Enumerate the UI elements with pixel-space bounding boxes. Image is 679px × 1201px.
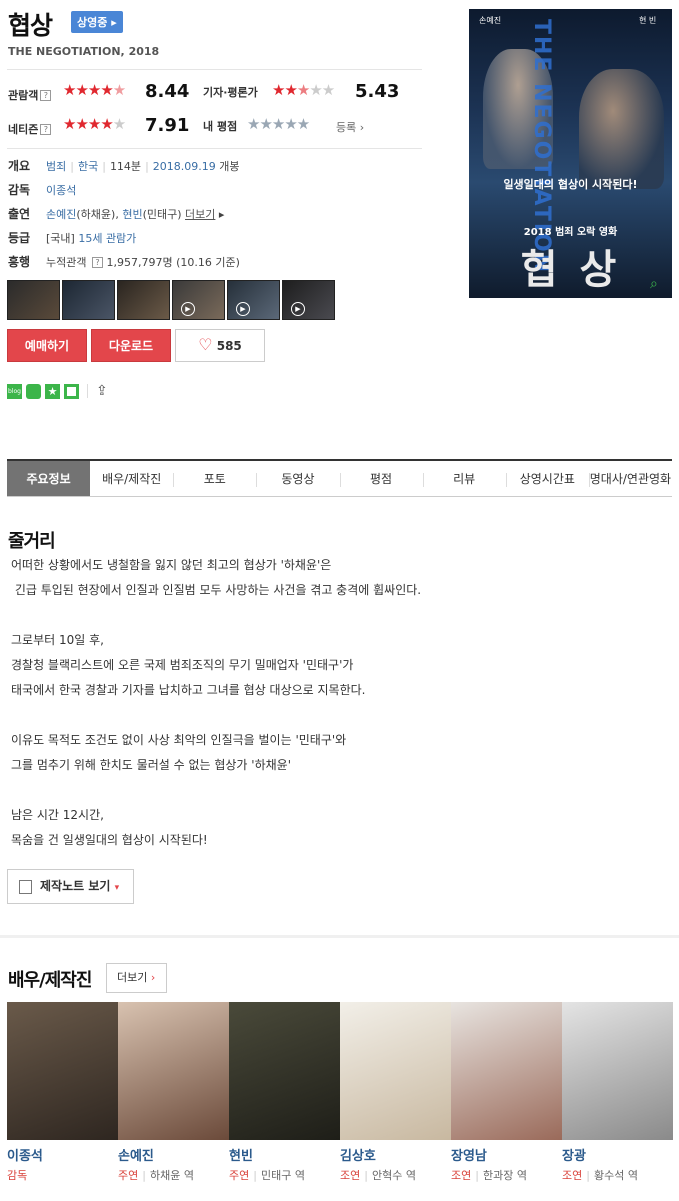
synopsis-title: 줄거리 [8, 531, 56, 552]
play-icon: ▶ [236, 302, 250, 316]
cast-card[interactable]: 현빈 주연 | 민태구 역 [229, 1002, 340, 1183]
my-rating-label: 내 평점 [203, 120, 238, 133]
register-rating-link[interactable]: 등록 › [336, 119, 364, 135]
production-note-button[interactable]: 제작노트 보기 ▾ [7, 869, 134, 904]
director-label: 감독 [8, 183, 31, 197]
critic-score: 5.43 [355, 81, 400, 102]
cast-link-1[interactable]: 손예진 [46, 208, 76, 221]
cast-link-2[interactable]: 현빈 [122, 208, 142, 221]
movie-title: 협상 [8, 11, 53, 40]
overview-values: 범죄 | 한국 | 114분 | 2018.09.19 개봉 [46, 160, 240, 173]
director-link[interactable]: 이종석 [46, 182, 76, 198]
still-thumb[interactable] [62, 280, 115, 320]
audience-stars: ★★★★★ [63, 81, 126, 99]
more-cast-link[interactable]: 더보기 [185, 208, 215, 221]
critic-label: 기자·평론가 [203, 86, 258, 99]
tab-reviews[interactable]: 리뷰 [422, 461, 506, 496]
cast-card[interactable]: 장영남 조연 | 한과장 역 [451, 1002, 562, 1183]
play-icon: ▶ [181, 302, 195, 316]
my-rating-stars[interactable]: ★★★★★ [247, 115, 310, 133]
country-link[interactable]: 한국 [78, 160, 98, 173]
status-badge[interactable]: 상영중 ▸ [71, 11, 123, 33]
still-thumb[interactable] [7, 280, 60, 320]
square-share-icon[interactable] [64, 383, 79, 399]
download-button[interactable]: 다운로드 [91, 329, 171, 362]
play-icon: ▶ [291, 302, 305, 316]
box-office-label: 흥행 [8, 255, 31, 269]
like-button[interactable]: ♡ 585 [175, 329, 265, 362]
person-photo[interactable] [451, 1002, 562, 1140]
tab-video[interactable]: 동영상 [256, 461, 339, 496]
person-photo[interactable] [229, 1002, 340, 1140]
person-name[interactable]: 이종석 [7, 1145, 118, 1164]
video-thumb[interactable]: ▶ [282, 280, 335, 320]
heart-icon: ♡ [198, 335, 213, 354]
netizen-score: 7.91 [145, 115, 190, 136]
document-icon [19, 880, 32, 894]
tab-ratings[interactable]: 평점 [339, 461, 423, 496]
critic-stars: ★★★★★ [272, 81, 335, 99]
tab-main-info[interactable]: 주요정보 [7, 461, 91, 496]
movie-poster[interactable]: 손예진 현 빈 THE NEGOTIATION 일생일대의 협상이 시작된다! … [469, 9, 672, 298]
grade-value: [국내] 15세 관람가 [46, 232, 137, 245]
person-photo[interactable] [118, 1002, 229, 1140]
person-name[interactable]: 손예진 [118, 1145, 229, 1164]
zoom-icon[interactable]: ⌕ [650, 276, 658, 292]
blog-share-icon[interactable]: blog [7, 383, 22, 399]
box-office-value: 누적관객 ? 1,957,797명 (10.16 기준) [46, 256, 240, 269]
cast-section-title: 배우/제작진 [8, 970, 92, 991]
cast-values: 손예진(하채윤), 현빈(민태구) 더보기 ▸ [46, 208, 225, 221]
cast-card[interactable]: 장광 조연 | 황수석 역 [562, 1002, 673, 1183]
cast-card[interactable]: 손예진 주연 | 하채윤 역 [118, 1002, 229, 1183]
share-icon[interactable]: ⇪ [96, 383, 108, 399]
tab-bar: 주요정보 배우/제작진 포토 동영상 평점 리뷰 상영시간표 명대사/연관영화 [7, 459, 672, 497]
still-thumbnails: ▶ ▶ ▶ [7, 280, 335, 320]
grade-label: 등급 [8, 231, 31, 245]
person-name[interactable]: 장광 [562, 1145, 673, 1164]
help-icon[interactable]: ? [40, 90, 52, 101]
bookmark-star-icon[interactable]: ★ [45, 383, 60, 399]
help-icon[interactable]: ? [91, 257, 103, 268]
chat-share-icon[interactable] [26, 383, 41, 399]
runtime: 114분 [109, 160, 142, 173]
release-date-link[interactable]: 2018.09.19 [153, 160, 216, 173]
share-bar: blog ★ ⇪ [7, 383, 108, 399]
help-icon[interactable]: ? [40, 124, 52, 135]
reserve-button[interactable]: 예매하기 [7, 329, 87, 362]
cast-card[interactable]: 김상호 조연 | 안혁수 역 [340, 1002, 451, 1183]
grade-link[interactable]: 15세 관람가 [78, 232, 136, 245]
person-name[interactable]: 김상호 [340, 1145, 451, 1164]
video-thumb[interactable]: ▶ [227, 280, 280, 320]
cast-card[interactable]: 이종석 감독 [7, 1002, 118, 1183]
overview-label: 개요 [8, 159, 31, 173]
synopsis-text: 어떠한 상황에서도 냉철함을 잃지 않던 최고의 협상가 '하채윤'은 긴급 투… [11, 558, 422, 847]
audience-score: 8.44 [145, 81, 190, 102]
video-thumb[interactable]: ▶ [172, 280, 225, 320]
person-name[interactable]: 장영남 [451, 1145, 562, 1164]
person-photo[interactable] [340, 1002, 451, 1140]
person-name[interactable]: 현빈 [229, 1145, 340, 1164]
tab-showtimes[interactable]: 상영시간표 [505, 461, 589, 496]
cast-more-button[interactable]: 더보기 › [106, 963, 167, 993]
tab-quotes-related[interactable]: 명대사/연관영화 [588, 461, 672, 496]
netizen-stars: ★★★★★ [63, 115, 126, 133]
netizen-rating: 네티즌? [8, 118, 52, 137]
person-photo[interactable] [7, 1002, 118, 1140]
person-photo[interactable] [562, 1002, 673, 1140]
still-thumb[interactable] [117, 280, 170, 320]
cast-label: 출연 [8, 207, 31, 221]
audience-rating: 관람객? [8, 84, 52, 103]
english-title: THE NEGOTIATION, 2018 [8, 45, 160, 58]
tab-photo[interactable]: 포토 [173, 461, 256, 496]
tab-cast-crew[interactable]: 배우/제작진 [90, 461, 173, 496]
genre-link[interactable]: 범죄 [46, 160, 66, 173]
